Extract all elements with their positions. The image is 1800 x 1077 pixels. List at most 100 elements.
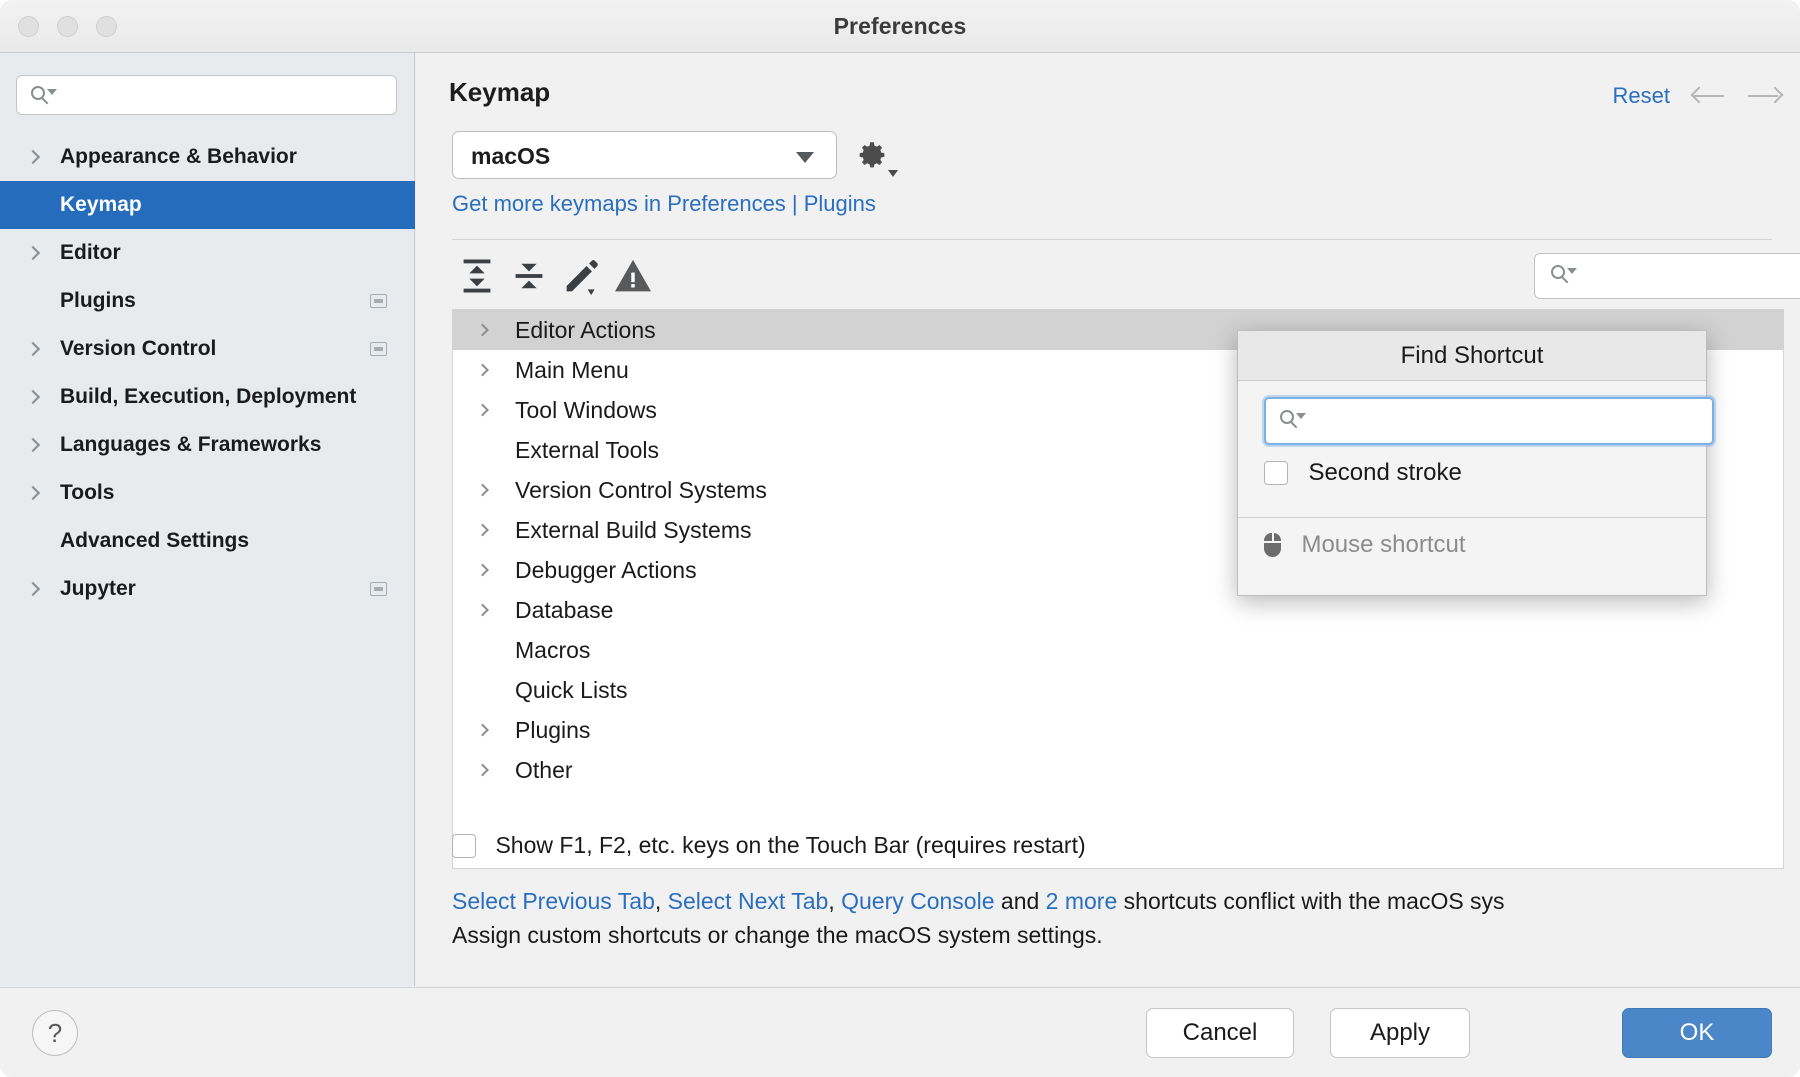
tree-row-label: External Tools xyxy=(515,437,659,463)
cancel-button[interactable]: Cancel xyxy=(1146,1008,1294,1058)
find-shortcut-input[interactable] xyxy=(1264,397,1714,445)
sidebar-item-build-execution-deployment[interactable]: Build, Execution, Deployment xyxy=(0,373,415,421)
tree-row-label: Quick Lists xyxy=(515,677,627,703)
sidebar-item-label: Advanced Settings xyxy=(60,529,249,552)
back-arrow-icon[interactable] xyxy=(1692,83,1728,109)
find-shortcut-popup-title: Find Shortcut xyxy=(1238,331,1706,381)
touchbar-checkbox[interactable] xyxy=(452,834,476,858)
tree-row[interactable]: Macros xyxy=(453,630,1783,670)
sidebar-item-label: Build, Execution, Deployment xyxy=(60,385,356,408)
conflicts-warning-icon[interactable] xyxy=(610,253,656,299)
chevron-right-icon[interactable] xyxy=(476,364,489,377)
keymap-select[interactable]: macOS xyxy=(452,131,837,179)
tree-row[interactable]: Other xyxy=(453,750,1783,790)
tree-row-label: Version Control Systems xyxy=(515,477,767,503)
chevron-right-icon[interactable] xyxy=(26,390,40,404)
dialog-footer: ? Cancel Apply OK xyxy=(0,987,1800,1077)
keymap-select-value: macOS xyxy=(471,132,550,180)
chevron-right-icon[interactable] xyxy=(26,582,40,596)
tree-row-label: Debugger Actions xyxy=(515,557,697,583)
sidebar-item-languages-frameworks[interactable]: Languages & Frameworks xyxy=(0,421,415,469)
sidebar-item-tools[interactable]: Tools xyxy=(0,469,415,517)
chevron-right-icon[interactable] xyxy=(26,246,40,260)
chevron-right-icon[interactable] xyxy=(26,486,40,500)
apply-button[interactable]: Apply xyxy=(1330,1008,1470,1058)
tree-row-label: Main Menu xyxy=(515,357,629,383)
mouse-shortcut-row[interactable]: Mouse shortcut xyxy=(1264,531,1466,573)
sidebar-item-label: Plugins xyxy=(60,289,136,312)
tree-row-label: Tool Windows xyxy=(515,397,657,423)
conflict-link-2-more[interactable]: 2 more xyxy=(1046,888,1118,914)
sidebar-item-label: Version Control xyxy=(60,337,216,360)
search-icon xyxy=(1551,265,1572,286)
sidebar-item-label: Jupyter xyxy=(60,577,136,600)
chevron-right-icon[interactable] xyxy=(476,764,489,777)
conflict-text-tail: shortcuts conflict with the macOS sys xyxy=(1117,888,1504,914)
chevron-right-icon[interactable] xyxy=(26,150,40,164)
tree-row-label: Database xyxy=(515,597,613,623)
conflict-link-query-console[interactable]: Query Console xyxy=(841,888,994,914)
conflict-link-select-next-tab[interactable]: Select Next Tab xyxy=(668,888,829,914)
search-icon xyxy=(1280,410,1301,431)
find-shortcut-popup: Find Shortcut Second stroke Mouse shortc… xyxy=(1237,330,1707,596)
chevron-right-icon[interactable] xyxy=(476,324,489,337)
page-title: Keymap xyxy=(449,77,550,108)
popup-divider xyxy=(1238,517,1706,518)
window-title: Preferences xyxy=(0,0,1800,53)
project-scope-icon xyxy=(370,582,387,596)
shortcut-search-input[interactable] xyxy=(1534,253,1800,299)
chevron-down-icon xyxy=(796,152,814,163)
chevron-right-icon[interactable] xyxy=(26,438,40,452)
expand-all-icon[interactable] xyxy=(454,253,500,299)
touchbar-checkbox-label: Show F1, F2, etc. keys on the Touch Bar … xyxy=(495,832,1085,859)
sidebar-item-label: Appearance & Behavior xyxy=(60,145,297,168)
sidebar-item-advanced-settings[interactable]: Advanced Settings xyxy=(0,517,415,565)
tree-row[interactable]: Database xyxy=(453,590,1783,630)
sidebar-item-label: Editor xyxy=(60,241,121,264)
settings-sidebar: Appearance & Behavior Keymap Editor Plug… xyxy=(0,53,415,986)
chevron-right-icon[interactable] xyxy=(476,524,489,537)
chevron-right-icon[interactable] xyxy=(476,724,489,737)
tree-row-label: Editor Actions xyxy=(515,317,656,343)
ok-button[interactable]: OK xyxy=(1622,1008,1772,1058)
sidebar-search-input[interactable] xyxy=(16,75,397,115)
get-more-keymaps-link[interactable]: Get more keymaps in Preferences | Plugin… xyxy=(452,191,876,217)
chevron-down-icon xyxy=(888,170,898,177)
second-stroke-label: Second stroke xyxy=(1308,459,1461,487)
second-stroke-row[interactable]: Second stroke xyxy=(1264,459,1462,501)
sidebar-item-label: Keymap xyxy=(60,193,142,216)
conflict-link-select-previous-tab[interactable]: Select Previous Tab xyxy=(452,888,655,914)
chevron-right-icon[interactable] xyxy=(476,404,489,417)
sidebar-item-list: Appearance & Behavior Keymap Editor Plug… xyxy=(0,133,415,613)
forward-arrow-icon[interactable] xyxy=(1746,83,1782,109)
tree-row[interactable]: Quick Lists xyxy=(453,670,1783,710)
gear-icon[interactable] xyxy=(856,138,896,178)
edit-shortcut-icon[interactable] xyxy=(558,253,604,299)
sidebar-item-appearance-behavior[interactable]: Appearance & Behavior xyxy=(0,133,415,181)
tree-row-label: Other xyxy=(515,757,573,783)
touchbar-checkbox-row[interactable]: Show F1, F2, etc. keys on the Touch Bar … xyxy=(452,832,1086,859)
tree-row-label: Macros xyxy=(515,637,590,663)
reset-button[interactable]: Reset xyxy=(1613,83,1670,109)
chevron-right-icon[interactable] xyxy=(476,564,489,577)
sidebar-item-keymap[interactable]: Keymap xyxy=(0,181,415,229)
shortcut-conflict-message: Select Previous Tab, Select Next Tab, Qu… xyxy=(452,884,1782,952)
tree-row-label: External Build Systems xyxy=(515,517,751,543)
collapse-all-icon[interactable] xyxy=(506,253,552,299)
sidebar-item-jupyter[interactable]: Jupyter xyxy=(0,565,415,613)
tree-row[interactable]: Plugins xyxy=(453,710,1783,750)
chevron-right-icon[interactable] xyxy=(476,604,489,617)
sidebar-item-label: Languages & Frameworks xyxy=(60,433,321,456)
second-stroke-checkbox[interactable] xyxy=(1264,461,1288,485)
help-button[interactable]: ? xyxy=(32,1010,78,1056)
sidebar-item-plugins[interactable]: Plugins xyxy=(0,277,415,325)
conflict-sep: , xyxy=(655,888,668,914)
sidebar-item-editor[interactable]: Editor xyxy=(0,229,415,277)
mouse-shortcut-label: Mouse shortcut xyxy=(1301,531,1465,559)
sidebar-item-version-control[interactable]: Version Control xyxy=(0,325,415,373)
sidebar-item-label: Tools xyxy=(60,481,114,504)
chevron-right-icon[interactable] xyxy=(26,342,40,356)
tree-row-label: Plugins xyxy=(515,717,590,743)
conflict-text-and: and xyxy=(995,888,1046,914)
chevron-right-icon[interactable] xyxy=(476,484,489,497)
